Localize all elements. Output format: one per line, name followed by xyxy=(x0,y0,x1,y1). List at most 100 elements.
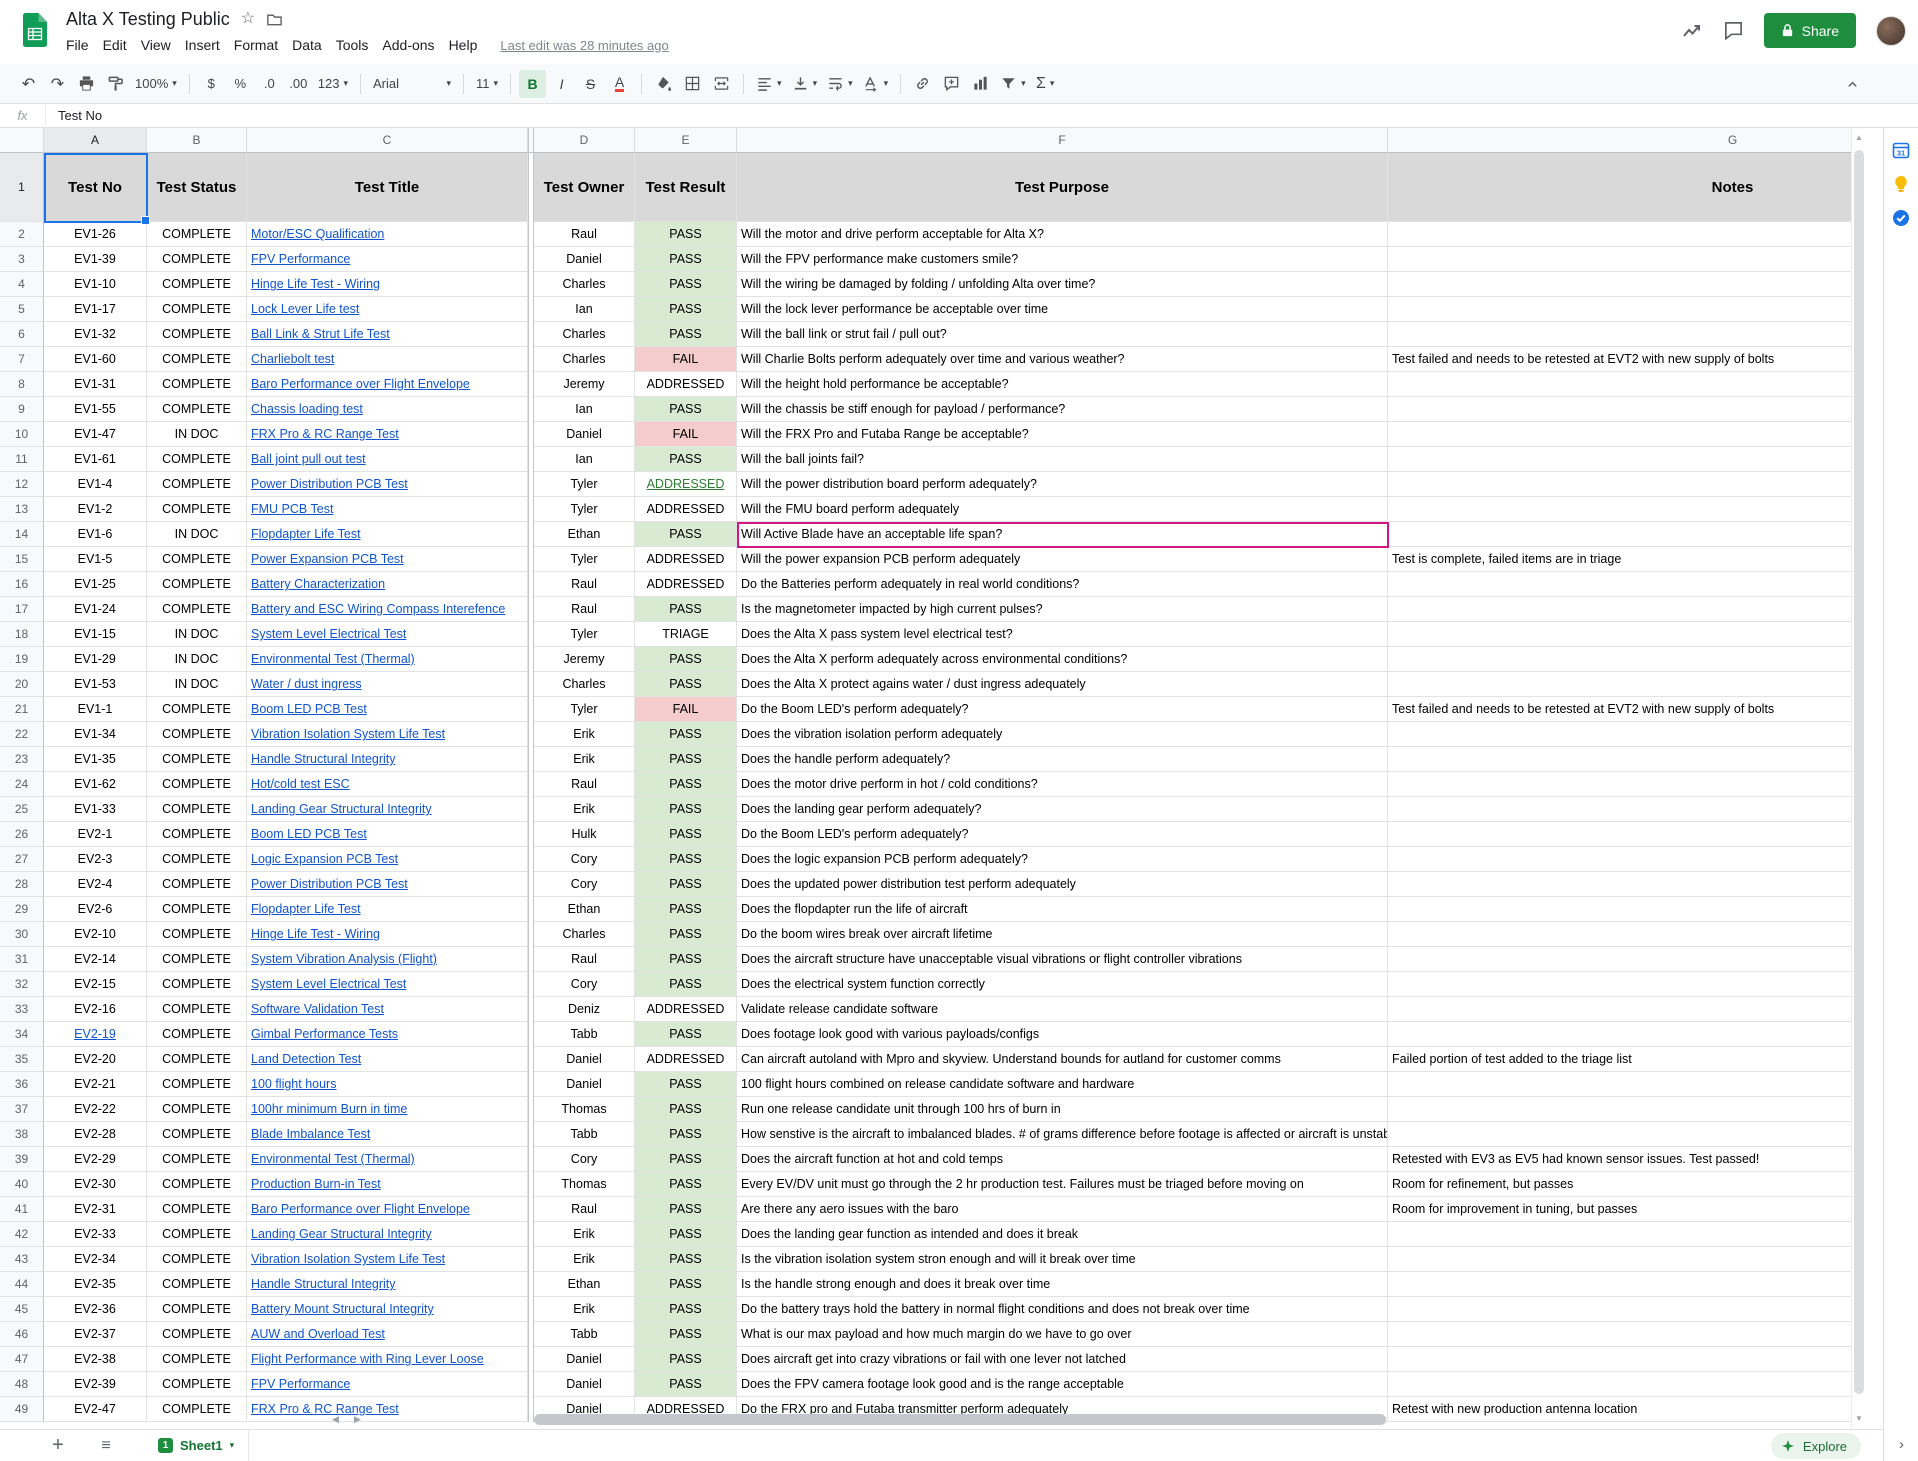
cell-a2[interactable]: EV1-26 xyxy=(44,222,147,247)
cell-d12[interactable]: Tyler xyxy=(534,472,635,497)
cell-e26[interactable]: PASS xyxy=(635,822,737,847)
cell-e5[interactable]: PASS xyxy=(635,297,737,322)
cell-f30[interactable]: Do the boom wires break over aircraft li… xyxy=(737,922,1388,947)
row-header-4[interactable]: 4 xyxy=(0,272,44,297)
cell-d30[interactable]: Charles xyxy=(534,922,635,947)
cell-c19[interactable]: Environmental Test (Thermal) xyxy=(247,647,528,672)
cell-e42[interactable]: PASS xyxy=(635,1222,737,1247)
cell-d18[interactable]: Tyler xyxy=(534,622,635,647)
cell-e14[interactable]: PASS xyxy=(635,522,737,547)
cell-f25[interactable]: Does the landing gear perform adequately… xyxy=(737,797,1388,822)
cell-f3[interactable]: Will the FPV performance make customers … xyxy=(737,247,1388,272)
menu-help[interactable]: Help xyxy=(442,34,485,56)
cell-g37[interactable] xyxy=(1388,1097,1851,1122)
undo-button[interactable]: ↶ xyxy=(15,70,42,98)
cell-g12[interactable] xyxy=(1388,472,1851,497)
cell-b6[interactable]: COMPLETE xyxy=(147,322,247,347)
cell-g34[interactable] xyxy=(1388,1022,1851,1047)
cell-b21[interactable]: COMPLETE xyxy=(147,697,247,722)
cell-a22[interactable]: EV1-34 xyxy=(44,722,147,747)
format-currency-button[interactable]: $ xyxy=(198,70,225,98)
cell-e30[interactable]: PASS xyxy=(635,922,737,947)
cell-b7[interactable]: COMPLETE xyxy=(147,347,247,372)
cell-e16[interactable]: ADDRESSED xyxy=(635,572,737,597)
cell-d11[interactable]: Ian xyxy=(534,447,635,472)
cell-e47[interactable]: PASS xyxy=(635,1347,737,1372)
cell-e27[interactable]: PASS xyxy=(635,847,737,872)
sheet-tab-sheet1[interactable]: 1 Sheet1 ▾ xyxy=(144,1430,249,1461)
cell-d48[interactable]: Daniel xyxy=(534,1372,635,1397)
cell-f47[interactable]: Does aircraft get into crazy vibrations … xyxy=(737,1347,1388,1372)
share-button[interactable]: Share xyxy=(1764,13,1856,48)
cell-g10[interactable] xyxy=(1388,422,1851,447)
font-size-select[interactable]: 11▾ xyxy=(472,70,502,98)
cell-c23[interactable]: Handle Structural Integrity xyxy=(247,747,528,772)
cell-f29[interactable]: Does the flopdapter run the life of airc… xyxy=(737,897,1388,922)
cell-c36[interactable]: 100 flight hours xyxy=(247,1072,528,1097)
row-header-23[interactable]: 23 xyxy=(0,747,44,772)
cell-b3[interactable]: COMPLETE xyxy=(147,247,247,272)
cell-b31[interactable]: COMPLETE xyxy=(147,947,247,972)
cell-e7[interactable]: FAIL xyxy=(635,347,737,372)
explore-button[interactable]: Explore xyxy=(1771,1433,1861,1459)
cell-f35[interactable]: Can aircraft autoland with Mpro and skyv… xyxy=(737,1047,1388,1072)
cell-f4[interactable]: Will the wiring be damaged by folding / … xyxy=(737,272,1388,297)
cell-c22[interactable]: Vibration Isolation System Life Test xyxy=(247,722,528,747)
cell-c44[interactable]: Handle Structural Integrity xyxy=(247,1272,528,1297)
cell-f37[interactable]: Run one release candidate unit through 1… xyxy=(737,1097,1388,1122)
cell-g14[interactable] xyxy=(1388,522,1851,547)
cell-e39[interactable]: PASS xyxy=(635,1147,737,1172)
cell-b34[interactable]: COMPLETE xyxy=(147,1022,247,1047)
cell-d36[interactable]: Daniel xyxy=(534,1072,635,1097)
cell-c6[interactable]: Ball Link & Strut Life Test xyxy=(247,322,528,347)
row-header-37[interactable]: 37 xyxy=(0,1097,44,1122)
cell-c26[interactable]: Boom LED PCB Test xyxy=(247,822,528,847)
cell-g45[interactable] xyxy=(1388,1297,1851,1322)
row-header-34[interactable]: 34 xyxy=(0,1022,44,1047)
row-header-30[interactable]: 30 xyxy=(0,922,44,947)
cell-a3[interactable]: EV1-39 xyxy=(44,247,147,272)
cell-b44[interactable]: COMPLETE xyxy=(147,1272,247,1297)
cell-c28[interactable]: Power Distribution PCB Test xyxy=(247,872,528,897)
cell-c13[interactable]: FMU PCB Test xyxy=(247,497,528,522)
row-header-18[interactable]: 18 xyxy=(0,622,44,647)
cell-b19[interactable]: IN DOC xyxy=(147,647,247,672)
cell-a4[interactable]: EV1-10 xyxy=(44,272,147,297)
cell-a17[interactable]: EV1-24 xyxy=(44,597,147,622)
cell-f15[interactable]: Will the power expansion PCB perform ade… xyxy=(737,547,1388,572)
cell-b4[interactable]: COMPLETE xyxy=(147,272,247,297)
cell-e21[interactable]: FAIL xyxy=(635,697,737,722)
cell-c41[interactable]: Baro Performance over Flight Envelope xyxy=(247,1197,528,1222)
cell-e32[interactable]: PASS xyxy=(635,972,737,997)
row-header-28[interactable]: 28 xyxy=(0,872,44,897)
cell-c16[interactable]: Battery Characterization xyxy=(247,572,528,597)
cell-f44[interactable]: Is the handle strong enough and does it … xyxy=(737,1272,1388,1297)
cell-a44[interactable]: EV2-35 xyxy=(44,1272,147,1297)
insert-link-button[interactable] xyxy=(909,70,936,98)
row-header-3[interactable]: 3 xyxy=(0,247,44,272)
move-to-folder-icon[interactable] xyxy=(266,11,283,28)
cell-c37[interactable]: 100hr minimum Burn in time xyxy=(247,1097,528,1122)
cell-g3[interactable] xyxy=(1388,247,1851,272)
vertical-scrollbar[interactable]: ▲ ▼ xyxy=(1851,128,1866,1429)
cell-g40[interactable]: Room for refinement, but passes xyxy=(1388,1172,1851,1197)
cell-a6[interactable]: EV1-32 xyxy=(44,322,147,347)
row-header-13[interactable]: 13 xyxy=(0,497,44,522)
cell-c2[interactable]: Motor/ESC Qualification xyxy=(247,222,528,247)
row-header-22[interactable]: 22 xyxy=(0,722,44,747)
cell-b15[interactable]: COMPLETE xyxy=(147,547,247,572)
row-header-45[interactable]: 45 xyxy=(0,1297,44,1322)
cell-f36[interactable]: 100 flight hours combined on release can… xyxy=(737,1072,1388,1097)
scroll-up-icon[interactable]: ▲ xyxy=(1852,133,1866,142)
row-header-2[interactable]: 2 xyxy=(0,222,44,247)
cell-a48[interactable]: EV2-39 xyxy=(44,1372,147,1397)
cell-f7[interactable]: Will Charlie Bolts perform adequately ov… xyxy=(737,347,1388,372)
cell-d27[interactable]: Cory xyxy=(534,847,635,872)
cell-f48[interactable]: Does the FPV camera footage look good an… xyxy=(737,1372,1388,1397)
row-header-43[interactable]: 43 xyxy=(0,1247,44,1272)
cell-f22[interactable]: Does the vibration isolation perform ade… xyxy=(737,722,1388,747)
cell-f31[interactable]: Does the aircraft structure have unaccep… xyxy=(737,947,1388,972)
cell-d23[interactable]: Erik xyxy=(534,747,635,772)
row-header-15[interactable]: 15 xyxy=(0,547,44,572)
cell-e2[interactable]: PASS xyxy=(635,222,737,247)
